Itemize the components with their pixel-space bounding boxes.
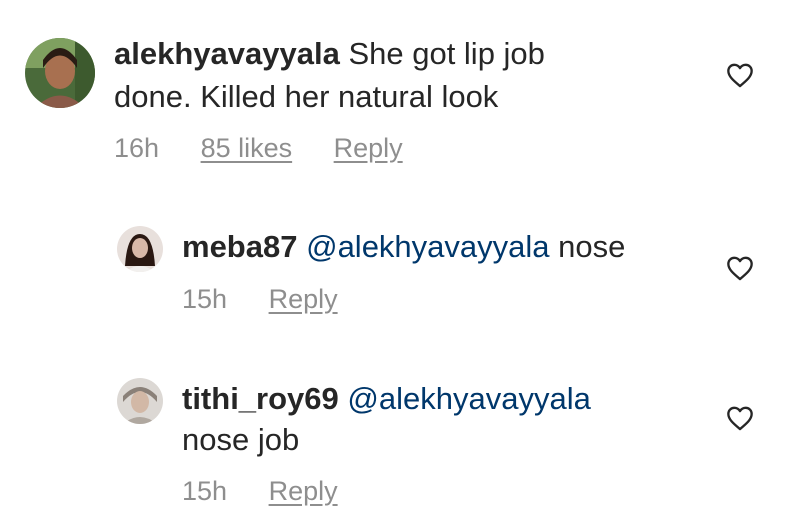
mention-link[interactable]: @alekhyavayyala — [306, 229, 549, 264]
comment-timestamp: 16h — [114, 133, 160, 163]
comment-timestamp: 15h — [182, 284, 228, 314]
heart-outline-icon[interactable] — [726, 62, 754, 88]
comment-text: She got lip job — [348, 36, 545, 71]
comment-text-continued: done. Killed her natural look — [114, 79, 499, 114]
reply-button[interactable]: Reply — [269, 284, 338, 315]
comment-timestamp: 15h — [182, 476, 228, 506]
comment-text: nose — [558, 229, 626, 264]
heart-outline-icon[interactable] — [726, 255, 754, 281]
reply-button[interactable]: Reply — [269, 476, 338, 507]
comment-username[interactable]: alekhyavayyala — [114, 36, 340, 71]
comment-username[interactable]: meba87 — [182, 229, 297, 264]
avatar[interactable] — [117, 378, 163, 424]
mention-link[interactable]: @alekhyavayyala — [347, 381, 590, 416]
reply-button[interactable]: Reply — [334, 133, 403, 164]
heart-outline-icon[interactable] — [726, 405, 754, 431]
comment-username[interactable]: tithi_roy69 — [182, 381, 339, 416]
comment-text: nose job — [182, 422, 300, 457]
avatar[interactable] — [117, 226, 163, 272]
avatar[interactable] — [25, 38, 95, 108]
likes-count-link[interactable]: 85 likes — [201, 133, 293, 164]
